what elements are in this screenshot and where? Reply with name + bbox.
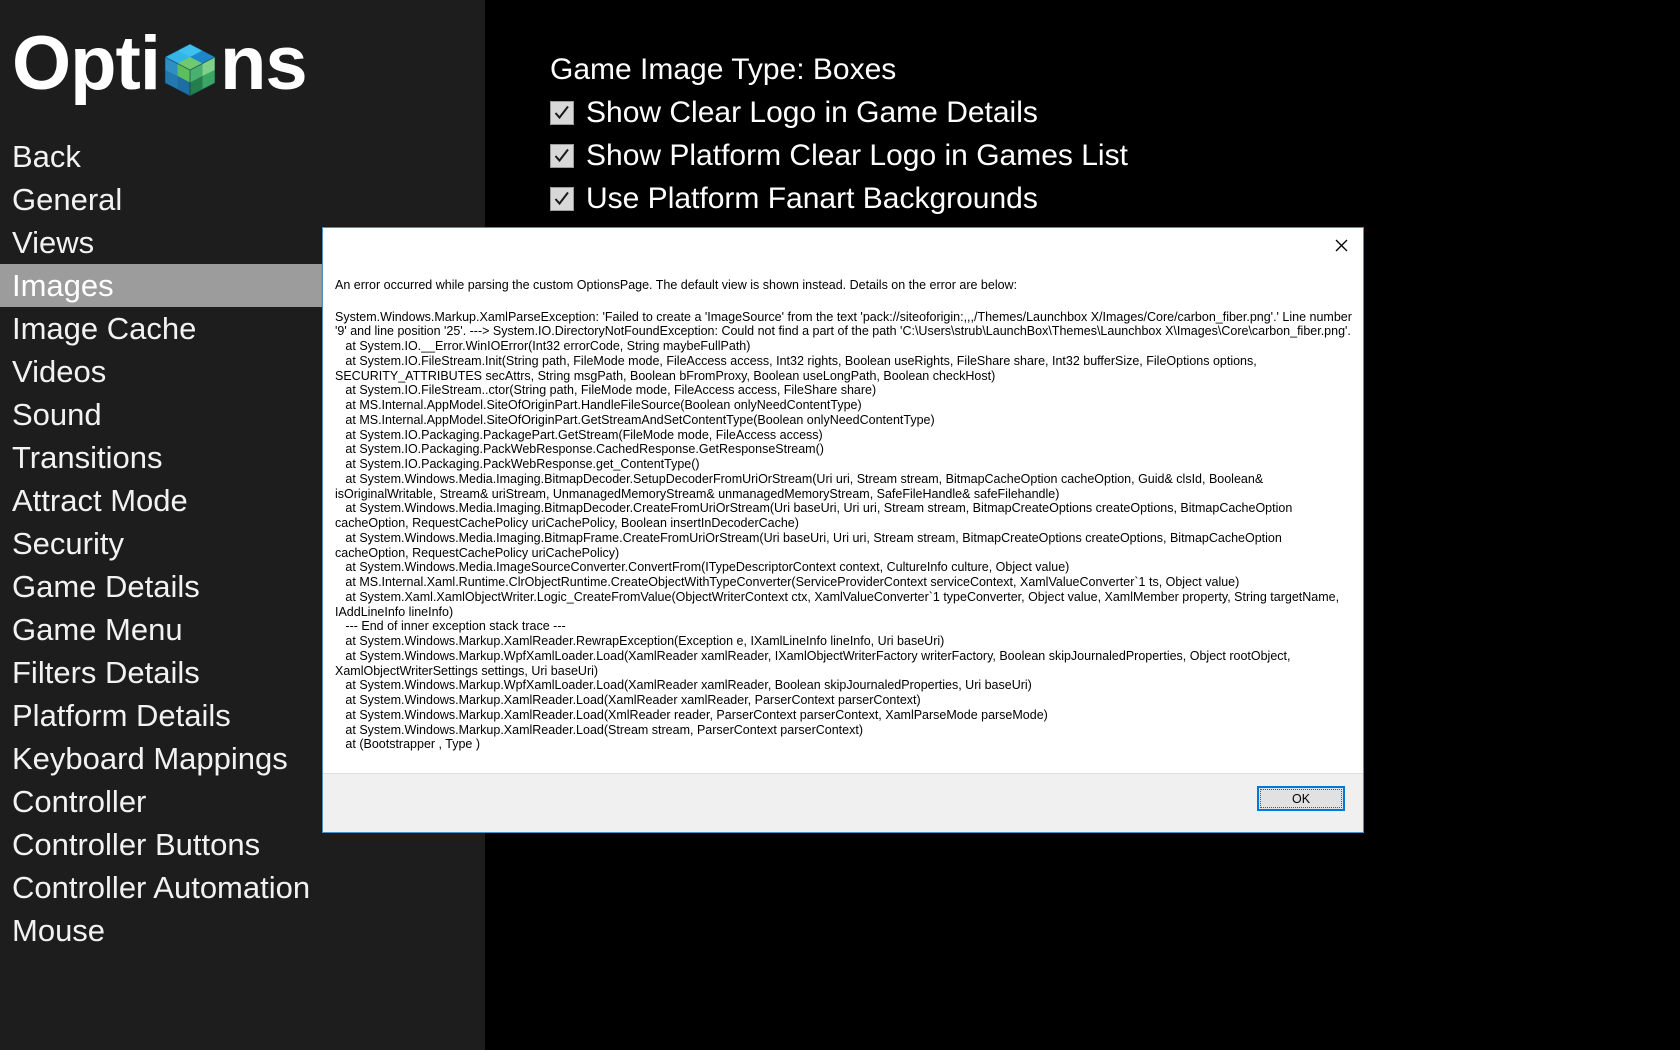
sidebar-item-label: Platform Details [12,697,231,733]
sidebar-item-label: Game Details [12,568,200,604]
sidebar-item-back[interactable]: Back [0,135,485,178]
checkbox-checked-icon[interactable] [550,186,574,211]
sidebar-item-label: Mouse [12,912,106,948]
option-checkbox-row-show-platform-clear-logo-in-games-list[interactable]: Show Platform Clear Logo in Games List [550,134,1650,177]
sidebar-item-label: Controller [12,783,147,819]
sidebar-item-label: Security [12,525,124,561]
sidebar-item-label: Videos [12,353,107,389]
option-text-row-game-image-type-boxes[interactable]: Game Image Type: Boxes [550,48,1650,91]
sidebar-item-label: Image Cache [12,310,197,346]
image-options-list: Game Image Type: Boxes Show Clear Logo in… [550,48,1650,220]
sidebar-item-label: Transitions [12,439,163,475]
sidebar-item-label: Game Menu [12,611,183,647]
sidebar-item-label: General [12,181,123,217]
option-checkbox-row-use-platform-fanart-backgrounds[interactable]: Use Platform Fanart Backgrounds [550,177,1650,220]
dialog-footer: OK [323,773,1363,832]
sidebar-item-label: Keyboard Mappings [12,740,288,776]
logo-text-prefix: Opti [12,21,161,106]
option-checkbox-row-show-clear-logo-in-game-details[interactable]: Show Clear Logo in Game Details [550,91,1650,134]
option-label: Show Platform Clear Logo in Games List [586,138,1128,172]
sidebar-item-label: Images [12,267,114,303]
checkbox-checked-icon[interactable] [550,100,574,125]
sidebar-item-controller-automation[interactable]: Controller Automation [0,866,485,909]
sidebar-item-label: Controller Buttons [12,826,261,862]
dialog-body: An error occurred while parsing the cust… [323,262,1363,774]
checkbox-checked-icon[interactable] [550,143,574,168]
error-stack-trace: System.Windows.Markup.XamlParseException… [335,309,1352,752]
error-intro-text: An error occurred while parsing the cust… [335,278,1018,292]
sidebar-item-label: Back [12,138,81,174]
option-label: Use Platform Fanart Backgrounds [586,181,1038,215]
sidebar-item-label: Views [12,224,95,260]
sidebar-item-label: Sound [12,396,102,432]
app-logo: Opti ns [12,18,308,110]
cube-icon [161,41,219,99]
option-label: Game Image Type: Boxes [550,52,897,86]
logo-text-suffix: ns [219,21,308,106]
sidebar-item-general[interactable]: General [0,178,485,221]
sidebar-item-mouse[interactable]: Mouse [0,909,485,952]
sidebar-item-label: Controller Automation [12,869,311,905]
ok-button-label: OK [1291,791,1311,806]
close-icon[interactable] [1327,232,1355,258]
error-dialog: An error occurred while parsing the cust… [322,227,1364,833]
sidebar-item-label: Filters Details [12,654,200,690]
ok-button[interactable]: OK [1257,786,1345,811]
sidebar-item-label: Attract Mode [12,482,188,518]
dialog-titlebar [323,228,1363,262]
option-label: Show Clear Logo in Game Details [586,95,1038,129]
